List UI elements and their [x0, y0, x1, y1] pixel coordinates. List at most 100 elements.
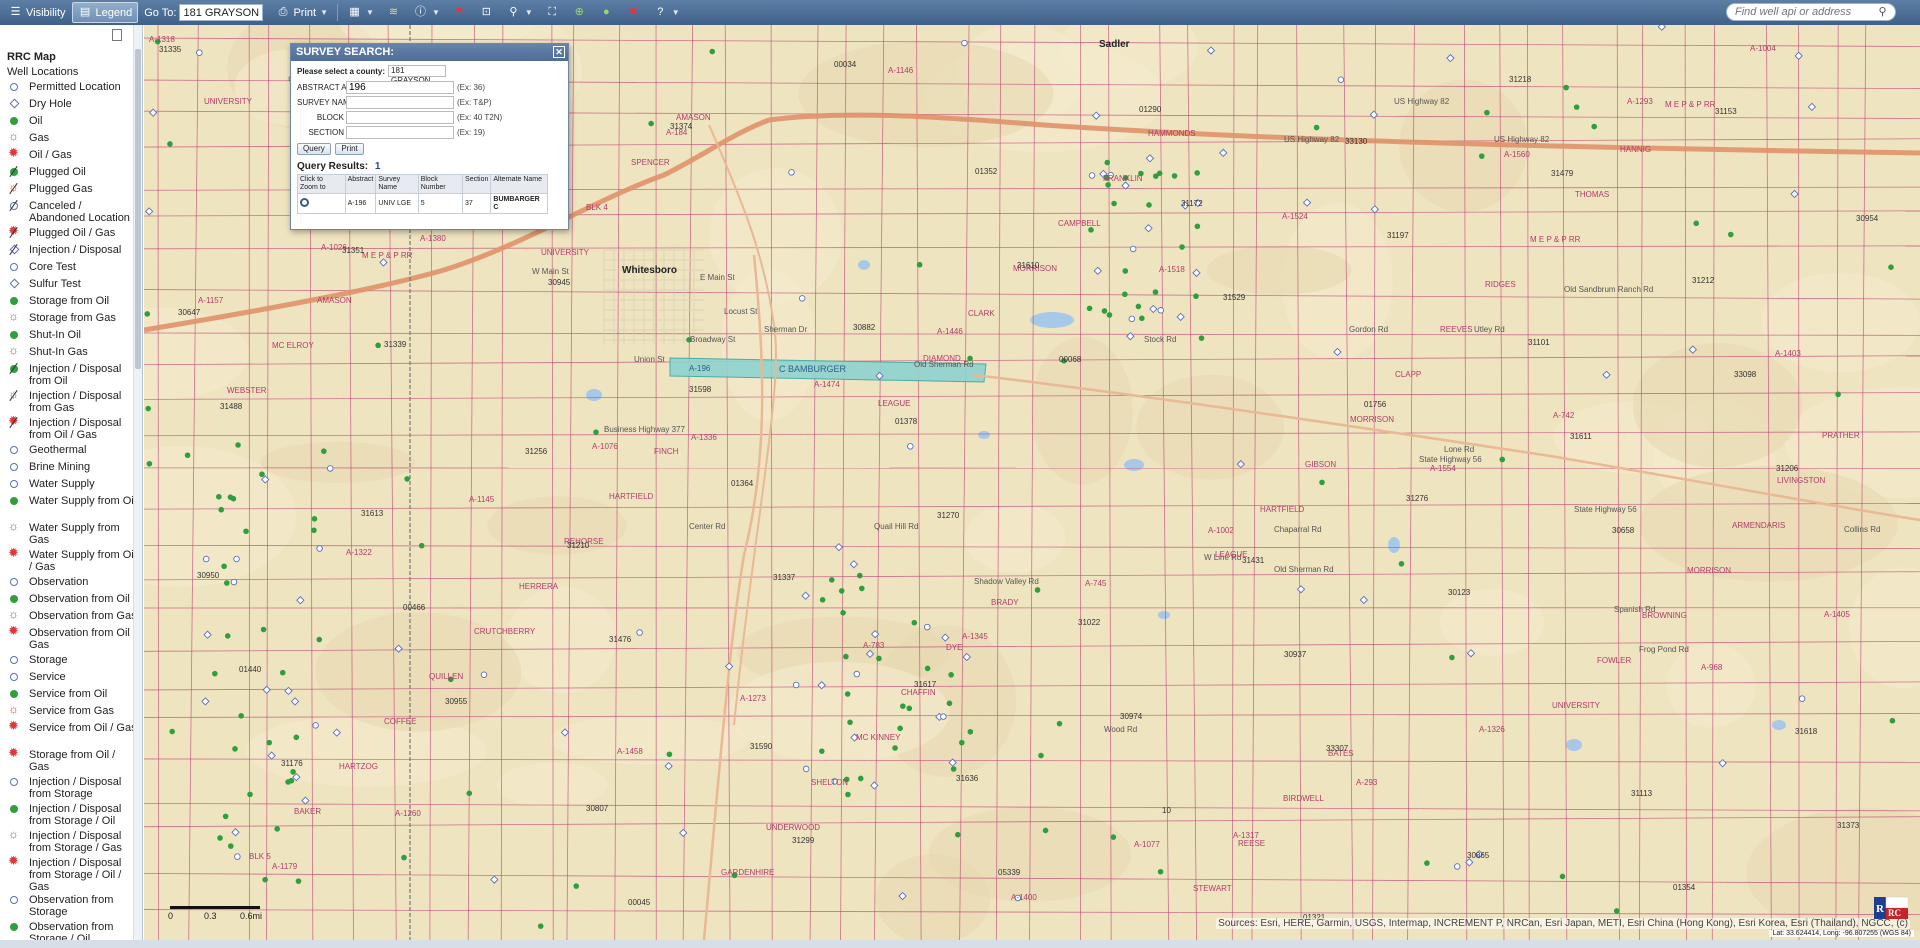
- legend-item[interactable]: Service from Oil: [0, 687, 142, 704]
- legend-item[interactable]: Sulfur Test: [0, 277, 142, 294]
- legend-item[interactable]: Injection / Disposal from Oil: [0, 362, 142, 389]
- search-icon[interactable]: ⚲: [1875, 5, 1890, 20]
- print-button[interactable]: ⎙ Print ▼: [269, 2, 334, 23]
- close-icon[interactable]: ✕: [553, 46, 565, 58]
- legend-tab[interactable]: ▤ Legend: [71, 2, 139, 23]
- results-column-header: Abstract: [344, 174, 377, 194]
- oil-well: [247, 791, 253, 798]
- legend-item-label: Dry Hole: [29, 98, 72, 110]
- abstract-label: A-1326: [1479, 725, 1505, 734]
- oil-well: [184, 452, 191, 459]
- circle-outline-icon: [8, 199, 21, 212]
- legend-item[interactable]: Brine Mining: [0, 460, 142, 477]
- dialog-field-row: ABSTRACT A- (Ex: 36): [297, 80, 562, 95]
- well-id-label: 01378: [895, 417, 918, 426]
- survey-name-label: QUILLEN: [429, 672, 464, 681]
- oil-well: [1613, 908, 1620, 914]
- legend-item[interactable]: ☼ Storage from Gas: [0, 310, 142, 328]
- export-icon[interactable]: [112, 29, 122, 41]
- legend-item[interactable]: ☼ Observation from Gas: [0, 608, 142, 626]
- oil-well: [1424, 860, 1430, 866]
- zoom-icon[interactable]: [300, 197, 309, 207]
- goto-input[interactable]: [179, 4, 264, 21]
- legend-item[interactable]: Canceled / Abandoned Location: [0, 199, 142, 226]
- legend-item[interactable]: ✹ Injection / Disposal from Oil / Gas: [0, 414, 142, 443]
- legend-scrollbar[interactable]: [133, 25, 142, 940]
- print-results-button[interactable]: Print: [335, 143, 364, 155]
- legend-item[interactable]: Storage from Oil: [0, 294, 142, 311]
- legend-item[interactable]: Observation from Storage: [0, 893, 142, 920]
- help-button[interactable]: ? ▼: [647, 2, 686, 23]
- zoom-cell[interactable]: [297, 193, 346, 214]
- legend-item[interactable]: ✹ Water Supply from Oil / Gas: [0, 546, 142, 575]
- legend-item[interactable]: ✹ Storage from Oil / Gas: [0, 746, 142, 775]
- legend-item[interactable]: Observation from Storage / Oil: [0, 920, 142, 940]
- survey-name-label: BAKER: [294, 807, 322, 816]
- table-row[interactable]: A-196 UNIV LGE 5 37 BUMBARGER C: [297, 193, 548, 214]
- query-button[interactable]: Query: [297, 143, 331, 155]
- legend-item[interactable]: Permitted Location: [0, 80, 142, 97]
- legend-item[interactable]: ✹ Observation from Oil / Gas: [0, 624, 142, 653]
- well-search[interactable]: ⚲: [1726, 3, 1896, 21]
- legend-item[interactable]: ✹ Plugged Oil / Gas: [0, 224, 142, 243]
- legend-item[interactable]: Storage: [0, 653, 142, 670]
- oil-well: [1484, 109, 1490, 116]
- dialog-field-input[interactable]: [346, 126, 454, 139]
- legend-item[interactable]: Shut-In Oil: [0, 328, 142, 345]
- dialog-header[interactable]: SURVEY SEARCH: ✕: [291, 44, 568, 61]
- legend-item[interactable]: Dry Hole: [0, 97, 142, 114]
- legend-item[interactable]: Observation: [0, 575, 142, 592]
- dialog-field-input[interactable]: [346, 96, 454, 109]
- legend-item[interactable]: Core Test: [0, 260, 142, 277]
- legend-item[interactable]: Plugged Oil: [0, 165, 142, 182]
- dry-hole: [1794, 51, 1803, 61]
- legend-item[interactable]: ☼ Injection / Disposal from Storage / Gas: [0, 828, 142, 856]
- dry-hole: [1149, 304, 1158, 314]
- legend-item[interactable]: Injection / Disposal from Storage / Oil: [0, 802, 142, 829]
- oil-well: [295, 878, 302, 884]
- legend-item[interactable]: Geothermal: [0, 443, 142, 460]
- select-button[interactable]: ⊡: [473, 2, 500, 23]
- clear-button[interactable]: ✖: [620, 2, 647, 23]
- legend-item[interactable]: Water Supply: [0, 477, 142, 494]
- terrain-shade: [496, 762, 608, 808]
- well-search-input[interactable]: [1735, 6, 1875, 18]
- road-label: US Highway 82: [1284, 135, 1340, 144]
- legend-item[interactable]: ☼ Gas: [0, 130, 142, 148]
- legend-item[interactable]: ☼ Shut-In Gas: [0, 344, 142, 362]
- survey-name-label: HAMMONDS: [1148, 129, 1196, 138]
- legend-item[interactable]: ☼ Water Supply from Gas: [0, 520, 142, 548]
- legend-item[interactable]: ✹ Injection / Disposal from Storage / Oil…: [0, 854, 142, 893]
- legend-item[interactable]: ☼ Plugged Gas: [0, 181, 142, 199]
- legend-item-label: Geothermal: [29, 444, 87, 456]
- legend-item[interactable]: Injection / Disposal: [0, 243, 142, 260]
- legend-item-label: Storage from Oil: [29, 295, 110, 307]
- survey-name-label: MC ELROY: [272, 341, 314, 350]
- extent-icon: ⛶: [548, 6, 557, 18]
- visibility-tab[interactable]: ☰ Visibility: [2, 2, 72, 23]
- flag-button[interactable]: ⚑: [446, 2, 473, 23]
- legend-item[interactable]: ✹ Oil / Gas: [0, 146, 142, 165]
- legend-item[interactable]: Service: [0, 670, 142, 687]
- measure-button[interactable]: ⚲ ▼: [500, 2, 539, 23]
- grid-icon: ▦: [349, 6, 360, 18]
- extent-button[interactable]: ⛶: [539, 2, 566, 23]
- legend-scrollbar-thumb[interactable]: [135, 49, 141, 369]
- legend-item[interactable]: Injection / Disposal from Storage: [0, 775, 142, 802]
- legend-item[interactable]: ☼ Service from Gas: [0, 703, 142, 721]
- county-select[interactable]: 181 GRAYSON: [388, 65, 447, 85]
- legend-item[interactable]: ☼ Injection / Disposal from Gas: [0, 388, 142, 416]
- basemap-button[interactable]: ▦ ▼: [341, 2, 380, 23]
- dialog-field-input[interactable]: [346, 111, 454, 124]
- locate-button[interactable]: ⊕: [566, 2, 593, 23]
- layers-button[interactable]: ≋: [380, 2, 407, 23]
- legend-item[interactable]: Water Supply from Oil: [0, 494, 142, 521]
- legend-item[interactable]: ✹ Service from Oil / Gas: [0, 719, 142, 748]
- legend-item[interactable]: Observation from Oil: [0, 592, 142, 609]
- survey-search-dialog[interactable]: SURVEY SEARCH: ✕ Please select a county:…: [290, 43, 569, 230]
- refresh-button[interactable]: ●: [593, 2, 620, 23]
- survey-name-label: MORRISON: [1687, 566, 1731, 575]
- dialog-field-input[interactable]: [346, 81, 454, 94]
- legend-item[interactable]: Oil: [0, 114, 142, 131]
- info-button[interactable]: ⓘ ▼: [407, 2, 446, 23]
